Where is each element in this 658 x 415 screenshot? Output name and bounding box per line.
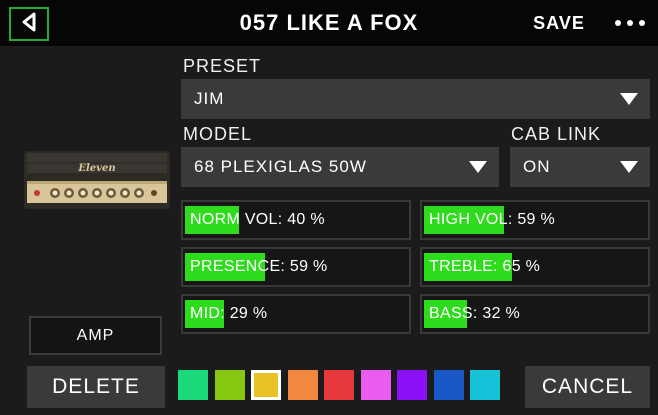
- amp-brand-logo: Eleven: [78, 163, 116, 174]
- param-text: NORM VOL: 40 %: [190, 211, 325, 228]
- model-label: MODEL: [183, 124, 253, 144]
- param-text: PRESENCE: 59 %: [190, 258, 328, 275]
- more-dots-icon: [612, 20, 648, 26]
- param-text: BASS: 32 %: [429, 305, 521, 322]
- cab-link-label: CAB LINK: [511, 124, 602, 144]
- param-mid[interactable]: MID: 29 %: [181, 294, 411, 334]
- param-high-vol[interactable]: HIGH VOL: 59 %: [420, 200, 650, 240]
- param-text: HIGH VOL: 59 %: [429, 211, 556, 228]
- cab-link-value: ON: [523, 157, 551, 176]
- more-menu-button[interactable]: [605, 0, 655, 46]
- param-text: MID: 29 %: [190, 305, 268, 322]
- swatch-red[interactable]: [324, 370, 354, 400]
- cab-link-dropdown[interactable]: ON: [510, 147, 650, 187]
- swatch-pink[interactable]: [361, 370, 391, 400]
- swatch-cyan[interactable]: [470, 370, 500, 400]
- dropdown-arrow-icon: [620, 161, 638, 173]
- delete-button[interactable]: DELETE: [27, 366, 165, 408]
- param-norm-vol[interactable]: NORM VOL: 40 %: [181, 200, 411, 240]
- cancel-button[interactable]: CANCEL: [525, 366, 650, 408]
- amp-button[interactable]: AMP: [29, 316, 162, 355]
- dropdown-arrow-icon: [469, 161, 487, 173]
- swatch-blue[interactable]: [434, 370, 464, 400]
- swatch-green[interactable]: [178, 370, 208, 400]
- preset-label: PRESET: [183, 56, 262, 76]
- swatch-yellow[interactable]: [251, 370, 281, 400]
- model-value: 68 PLEXIGLAS 50W: [194, 157, 367, 176]
- swatch-orange[interactable]: [288, 370, 318, 400]
- swatch-purple[interactable]: [397, 370, 427, 400]
- swatch-lime[interactable]: [215, 370, 245, 400]
- preset-value: JIM: [194, 89, 225, 108]
- param-treble[interactable]: TREBLE: 65 %: [420, 247, 650, 287]
- save-button[interactable]: SAVE: [522, 0, 596, 46]
- param-bass[interactable]: BASS: 32 %: [420, 294, 650, 334]
- preset-dropdown[interactable]: JIM: [181, 79, 650, 119]
- param-presence[interactable]: PRESENCE: 59 %: [181, 247, 411, 287]
- model-dropdown[interactable]: 68 PLEXIGLAS 50W: [181, 147, 499, 187]
- param-text: TREBLE: 65 %: [429, 258, 541, 275]
- dropdown-arrow-icon: [620, 93, 638, 105]
- amp-image: Eleven: [23, 150, 171, 210]
